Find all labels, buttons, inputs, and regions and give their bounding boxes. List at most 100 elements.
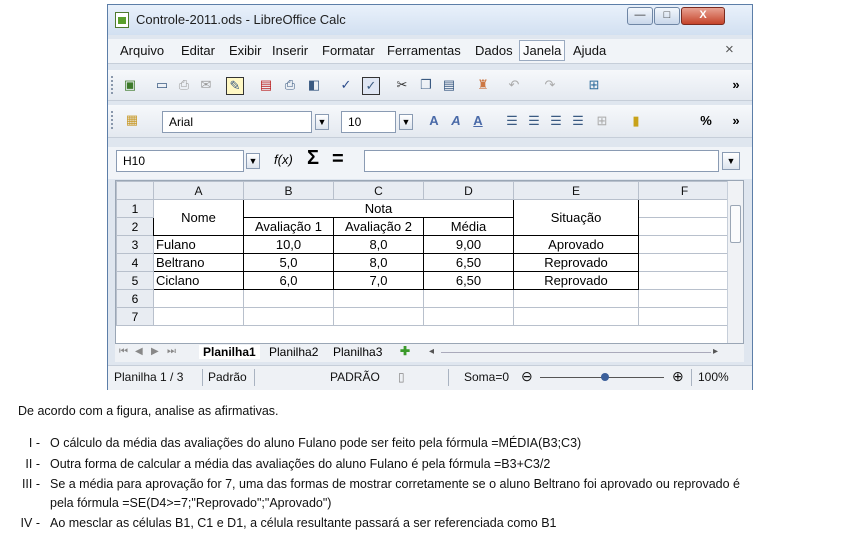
- page-style[interactable]: Padrão: [208, 370, 247, 384]
- cell-situacao[interactable]: Reprovado: [513, 253, 639, 272]
- sum-status[interactable]: Soma=0: [464, 370, 509, 384]
- menu-arquivo[interactable]: Arquivo: [120, 43, 164, 58]
- menu-editar[interactable]: Editar: [181, 43, 215, 58]
- prev-sheet-icon[interactable]: ◀: [135, 346, 143, 357]
- zoom-out-icon[interactable]: ⊖: [521, 368, 533, 385]
- bold-icon[interactable]: A: [426, 113, 442, 129]
- email-icon[interactable]: ✉: [198, 77, 214, 93]
- column-header[interactable]: D: [423, 181, 514, 200]
- print-icon[interactable]: ⎙: [282, 77, 298, 93]
- vertical-scrollbar[interactable]: [727, 181, 743, 343]
- cell-avaliacao2[interactable]: 8,0: [333, 235, 424, 254]
- row-header[interactable]: 2: [116, 217, 154, 236]
- tab-planilha3[interactable]: Planilha3: [329, 345, 386, 359]
- cell[interactable]: [243, 307, 334, 326]
- align-right-icon[interactable]: ☰: [548, 113, 564, 129]
- menu-dados[interactable]: Dados: [475, 43, 513, 58]
- cell[interactable]: [153, 307, 244, 326]
- cell-b2[interactable]: Avaliação 1: [243, 217, 334, 236]
- tab-planilha2[interactable]: Planilha2: [265, 345, 322, 359]
- cell-avaliacao1[interactable]: 6,0: [243, 271, 334, 290]
- formula-input[interactable]: [364, 150, 719, 172]
- cell-avaliacao2[interactable]: 7,0: [333, 271, 424, 290]
- cell[interactable]: [638, 199, 731, 218]
- edit-file-icon[interactable]: ✎: [226, 77, 244, 95]
- cell-situacao[interactable]: Reprovado: [513, 271, 639, 290]
- hyperlink-icon[interactable]: ⊞: [586, 77, 602, 93]
- sum-icon[interactable]: Σ: [307, 147, 319, 170]
- cell-name[interactable]: Ciclano: [153, 271, 244, 290]
- cell-d2[interactable]: Média: [423, 217, 514, 236]
- italic-icon[interactable]: A: [448, 113, 464, 129]
- first-sheet-icon[interactable]: ⏮: [119, 346, 128, 357]
- cell[interactable]: [513, 307, 639, 326]
- menu-exibir[interactable]: Exibir: [229, 43, 262, 58]
- styles-icon[interactable]: ▦: [124, 112, 140, 128]
- scrollbar-thumb[interactable]: [730, 205, 741, 243]
- column-header[interactable]: E: [513, 181, 639, 200]
- horizontal-scrollbar[interactable]: [441, 352, 711, 353]
- cell[interactable]: [638, 307, 731, 326]
- percent-icon[interactable]: %: [698, 113, 714, 129]
- corner-select-all[interactable]: [116, 181, 154, 200]
- column-header[interactable]: B: [243, 181, 334, 200]
- chevron-down-icon[interactable]: ▼: [399, 114, 413, 130]
- menu-ferramentas[interactable]: Ferramentas: [387, 43, 461, 58]
- cell-media[interactable]: 6,50: [423, 271, 514, 290]
- row-header[interactable]: 1: [116, 199, 154, 218]
- clone-formatting-icon[interactable]: ♜: [475, 77, 491, 93]
- scroll-left-icon[interactable]: ◂: [429, 346, 434, 357]
- toolbar-more-icon[interactable]: »: [728, 77, 744, 93]
- chevron-down-icon[interactable]: ▼: [315, 114, 329, 130]
- add-sheet-icon[interactable]: ✚: [400, 344, 410, 358]
- cell-b1[interactable]: Nota: [243, 199, 514, 218]
- font-size-combo[interactable]: 10: [341, 111, 396, 133]
- equals-icon[interactable]: =: [332, 148, 344, 171]
- cell-avaliacao1[interactable]: 10,0: [243, 235, 334, 254]
- cell-a1[interactable]: Nome: [153, 199, 244, 236]
- toolbar-grip[interactable]: [111, 111, 116, 129]
- zoom-level[interactable]: 100%: [698, 370, 729, 384]
- cell-avaliacao2[interactable]: 8,0: [333, 253, 424, 272]
- spellcheck-icon[interactable]: ✓: [338, 77, 354, 93]
- cell[interactable]: [638, 235, 731, 254]
- insert-mode[interactable]: PADRÃO: [330, 370, 380, 384]
- scroll-right-icon[interactable]: ▸: [713, 346, 718, 357]
- redo-icon[interactable]: ↷: [542, 77, 558, 93]
- zoom-in-icon[interactable]: ⊕: [672, 368, 684, 385]
- name-box[interactable]: H10: [116, 150, 244, 172]
- save-icon[interactable]: ⎙: [176, 77, 192, 93]
- merge-cells-icon[interactable]: ⊞: [594, 113, 610, 129]
- maximize-button[interactable]: □: [654, 7, 680, 25]
- cell-name[interactable]: Beltrano: [153, 253, 244, 272]
- expand-formula-icon[interactable]: ▼: [722, 152, 740, 170]
- cell-situacao[interactable]: Aprovado: [513, 235, 639, 254]
- cell[interactable]: [638, 289, 731, 308]
- underline-icon[interactable]: A: [470, 113, 486, 129]
- autospellcheck-icon[interactable]: ✓: [362, 77, 380, 95]
- align-center-icon[interactable]: ☰: [526, 113, 542, 129]
- function-wizard-icon[interactable]: f(x): [274, 152, 293, 167]
- row-header[interactable]: 6: [116, 289, 154, 308]
- paste-icon[interactable]: ▤: [441, 77, 457, 93]
- cell-avaliacao1[interactable]: 5,0: [243, 253, 334, 272]
- cell-media[interactable]: 6,50: [423, 253, 514, 272]
- toolbar-more-icon[interactable]: »: [728, 113, 744, 129]
- align-left-icon[interactable]: ☰: [504, 113, 520, 129]
- chevron-down-icon[interactable]: ▼: [246, 153, 260, 169]
- close-button[interactable]: X: [681, 7, 725, 25]
- cell-media[interactable]: 9,00: [423, 235, 514, 254]
- menu-janela[interactable]: Janela: [519, 40, 566, 61]
- column-header[interactable]: C: [333, 181, 424, 200]
- new-document-icon[interactable]: ▣: [122, 77, 138, 93]
- cell[interactable]: [333, 307, 424, 326]
- cell[interactable]: [638, 217, 731, 236]
- zoom-slider-thumb[interactable]: [601, 373, 609, 381]
- font-name-combo[interactable]: Arial: [162, 111, 312, 133]
- undo-icon[interactable]: ↶: [506, 77, 522, 93]
- column-header[interactable]: F: [638, 181, 731, 200]
- row-header[interactable]: 7: [116, 307, 154, 326]
- last-sheet-icon[interactable]: ⏭: [167, 346, 176, 357]
- cell-name[interactable]: Fulano: [153, 235, 244, 254]
- cell[interactable]: [423, 307, 514, 326]
